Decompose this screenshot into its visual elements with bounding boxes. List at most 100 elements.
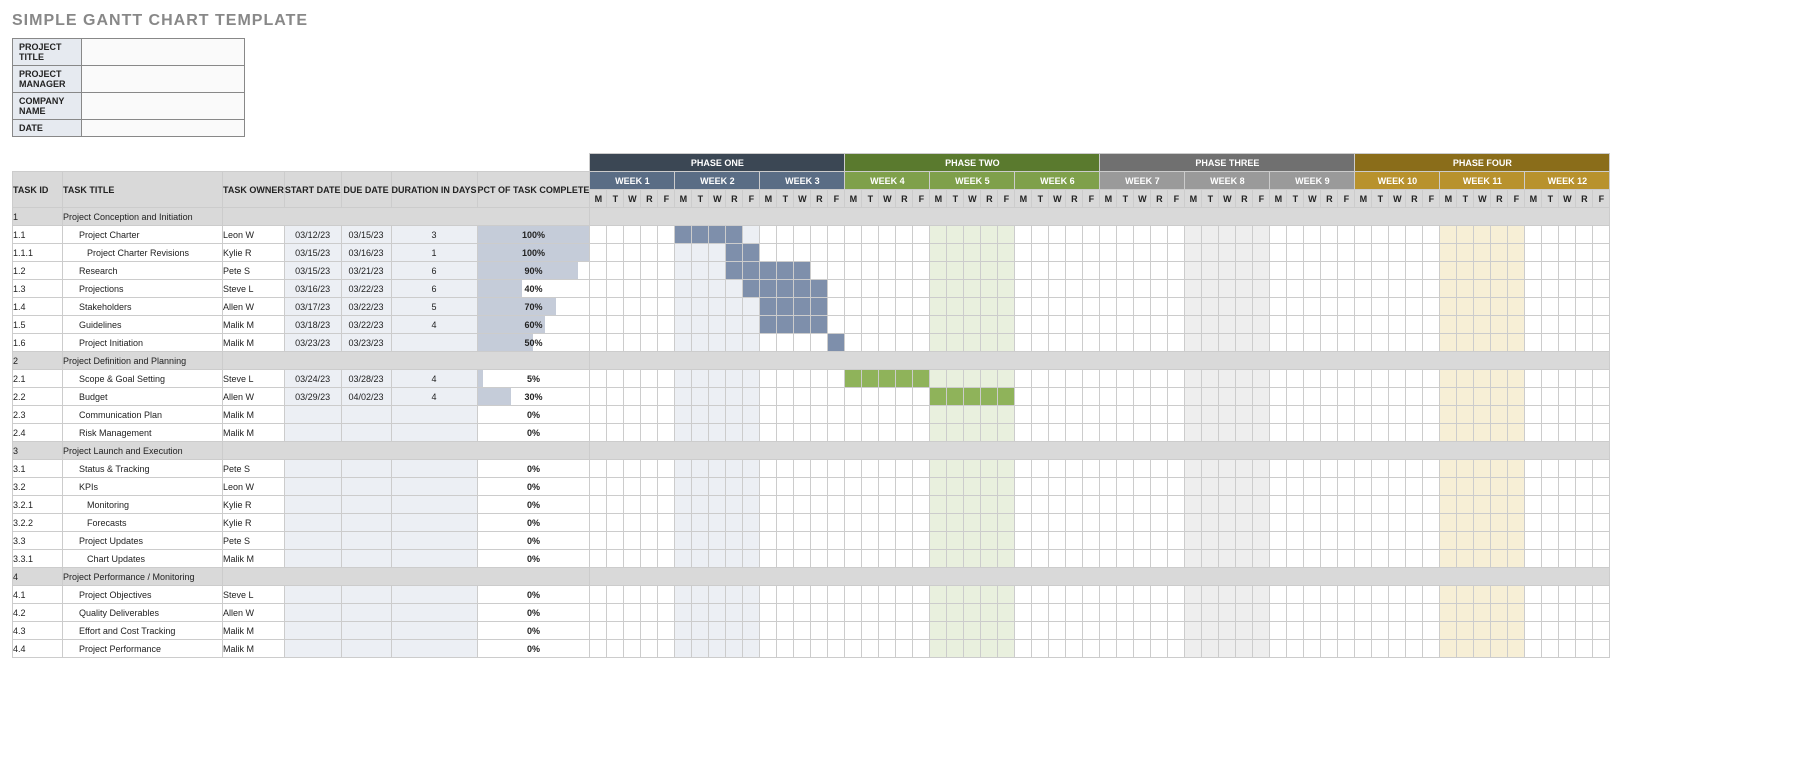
calendar-cell: [760, 550, 777, 568]
dow-header: W: [879, 190, 896, 208]
due-date-cell: 03/22/23: [341, 280, 391, 298]
calendar-cell: [964, 532, 981, 550]
duration-cell: [391, 622, 477, 640]
calendar-cell: [1593, 280, 1610, 298]
meta-value-company-name[interactable]: [82, 93, 245, 120]
calendar-cell: [624, 334, 641, 352]
calendar-cell: [607, 478, 624, 496]
meta-value-project-title[interactable]: [82, 39, 245, 66]
task-owner-cell: Malik M: [223, 550, 285, 568]
calendar-cell: [1270, 334, 1287, 352]
calendar-cell: [675, 334, 692, 352]
calendar-cell: [1015, 622, 1032, 640]
calendar-cell: [1474, 334, 1491, 352]
calendar-cell: [896, 532, 913, 550]
calendar-cell: [658, 622, 675, 640]
calendar-cell: [1202, 406, 1219, 424]
calendar-cell: [1440, 334, 1457, 352]
pct-cell: 0%: [477, 604, 590, 622]
calendar-cell: [624, 298, 641, 316]
calendar-cell: [658, 334, 675, 352]
dow-header: W: [1304, 190, 1321, 208]
calendar-cell: [590, 478, 607, 496]
calendar-cell: [1304, 226, 1321, 244]
calendar-cell: [1185, 550, 1202, 568]
calendar-cell: [1423, 334, 1440, 352]
calendar-cell: [1576, 316, 1593, 334]
calendar-cell: [1508, 496, 1525, 514]
calendar-cell: [1338, 388, 1355, 406]
calendar-cell: [624, 370, 641, 388]
calendar-cell: [1389, 532, 1406, 550]
calendar-cell: [1542, 280, 1559, 298]
task-owner-cell: Steve L: [223, 586, 285, 604]
calendar-cell: [1406, 244, 1423, 262]
calendar-cell: [675, 604, 692, 622]
calendar-cell: [1049, 424, 1066, 442]
calendar-cell: [998, 424, 1015, 442]
calendar-cell: [641, 262, 658, 280]
task-id-cell: 1.1.1: [13, 244, 63, 262]
calendar-cell: [1015, 550, 1032, 568]
due-date-cell: [341, 478, 391, 496]
calendar-cell: [896, 460, 913, 478]
calendar-cell: [1049, 586, 1066, 604]
calendar-cell: [1253, 478, 1270, 496]
calendar-cell: [624, 586, 641, 604]
meta-value-project-manager[interactable]: [82, 66, 245, 93]
meta-value-date[interactable]: [82, 120, 245, 137]
gantt-bar-cell: [743, 280, 760, 298]
calendar-cell: [1474, 604, 1491, 622]
calendar-cell: [1389, 460, 1406, 478]
calendar-cell: [1032, 280, 1049, 298]
calendar-cell: [1593, 226, 1610, 244]
calendar-cell: [1321, 460, 1338, 478]
duration-cell: [391, 604, 477, 622]
calendar-cell: [1287, 460, 1304, 478]
calendar-cell: [1457, 550, 1474, 568]
calendar-cell: [845, 388, 862, 406]
calendar-cell: [1593, 460, 1610, 478]
calendar-cell: [1066, 640, 1083, 658]
calendar-cell: [998, 586, 1015, 604]
calendar-cell: [760, 226, 777, 244]
calendar-cell: [1287, 622, 1304, 640]
calendar-cell: [1287, 550, 1304, 568]
calendar-cell: [1049, 532, 1066, 550]
calendar-cell: [1321, 388, 1338, 406]
task-owner-cell: Allen W: [223, 388, 285, 406]
calendar-cell: [1049, 550, 1066, 568]
calendar-cell: [1100, 478, 1117, 496]
calendar-cell: [1372, 406, 1389, 424]
calendar-cell: [1542, 496, 1559, 514]
calendar-cell: [1066, 316, 1083, 334]
pct-cell: 0%: [477, 514, 590, 532]
calendar-cell: [760, 604, 777, 622]
calendar-cell: [913, 514, 930, 532]
dow-header: R: [1576, 190, 1593, 208]
calendar-cell: [1202, 334, 1219, 352]
calendar-cell: [641, 370, 658, 388]
calendar-cell: [1287, 604, 1304, 622]
calendar-cell: [1083, 514, 1100, 532]
calendar-cell: [624, 514, 641, 532]
calendar-cell: [1117, 262, 1134, 280]
calendar-cell: [828, 532, 845, 550]
col-duration: DURATION IN DAYS: [391, 172, 477, 208]
calendar-cell: [1015, 226, 1032, 244]
calendar-cell: [658, 370, 675, 388]
calendar-cell: [1406, 514, 1423, 532]
calendar-cell: [930, 478, 947, 496]
calendar-cell: [1372, 532, 1389, 550]
calendar-cell: [641, 604, 658, 622]
calendar-cell: [1338, 280, 1355, 298]
calendar-cell: [1100, 334, 1117, 352]
calendar-cell: [1491, 298, 1508, 316]
calendar-cell: [828, 460, 845, 478]
task-id-cell: 1.4: [13, 298, 63, 316]
calendar-cell: [1338, 478, 1355, 496]
calendar-cell: [862, 514, 879, 532]
calendar-cell: [947, 478, 964, 496]
calendar-cell: [794, 244, 811, 262]
calendar-cell: [709, 262, 726, 280]
